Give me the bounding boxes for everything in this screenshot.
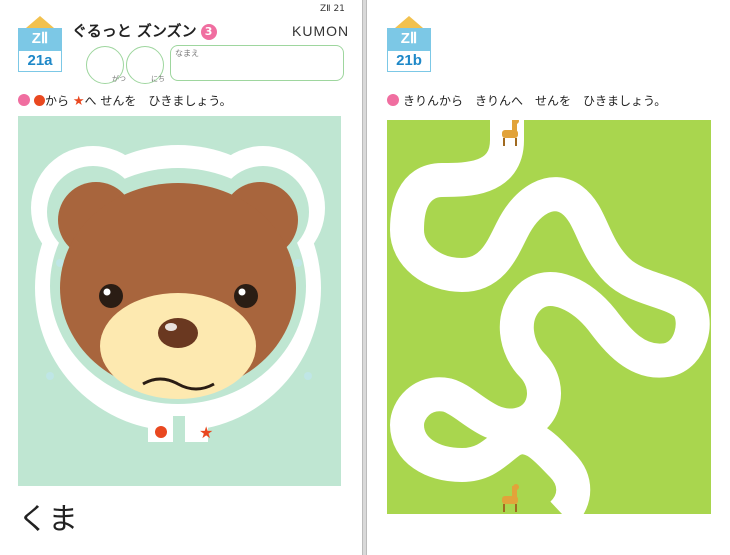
instruction: から ★へ せんを ひきましょう。	[18, 92, 232, 109]
grade-level: ZⅡ	[387, 28, 431, 50]
maze-panel	[387, 120, 711, 514]
sheet-number: 21a	[18, 50, 62, 72]
day-label: にち	[151, 75, 165, 83]
sheet-number: 21b	[387, 50, 431, 72]
start-dot-icon	[34, 95, 45, 106]
worksheet-title: ぐるっと ズンズン 3	[72, 20, 217, 41]
pencil-icon	[395, 16, 423, 28]
grade-badge: ZⅡ 21a	[18, 16, 62, 72]
grade-badge: ZⅡ 21b	[387, 16, 431, 72]
vocabulary-word: くま	[18, 502, 78, 537]
left-eye	[99, 284, 123, 308]
bear-tracing-panel: ★	[18, 116, 341, 486]
kumon-logo: KUMON	[292, 23, 350, 39]
goal-star-icon: ★	[199, 423, 213, 442]
title-number-badge: 3	[200, 23, 217, 40]
pencil-mark-icon	[18, 94, 30, 106]
nose	[158, 318, 198, 348]
worksheet-right: ZⅡ 21b きりんから きりんへ せんを ひきましょう。	[366, 0, 730, 555]
right-eye	[234, 284, 258, 308]
page-code: ZⅡ 21	[320, 4, 345, 14]
title-text: ぐるっと ズンズン	[72, 22, 197, 40]
grade-level: ZⅡ	[18, 28, 62, 50]
instruction: きりんから きりんへ せんを ひきましょう。	[387, 92, 666, 109]
pencil-icon	[26, 16, 54, 28]
pencil-mark-icon	[387, 94, 399, 106]
worksheet-left: ZⅡ 21a ぐるっと ズンズン 3 ZⅡ 21 KUMON がつ にち なまえ …	[0, 0, 363, 555]
start-dot-icon	[155, 426, 167, 438]
name-label: なまえ	[175, 49, 199, 58]
workbook-spread: ZⅡ 21a ぐるっと ズンズン 3 ZⅡ 21 KUMON がつ にち なまえ …	[0, 0, 730, 555]
star-icon: ★	[72, 94, 85, 109]
month-label: がつ	[112, 75, 126, 83]
